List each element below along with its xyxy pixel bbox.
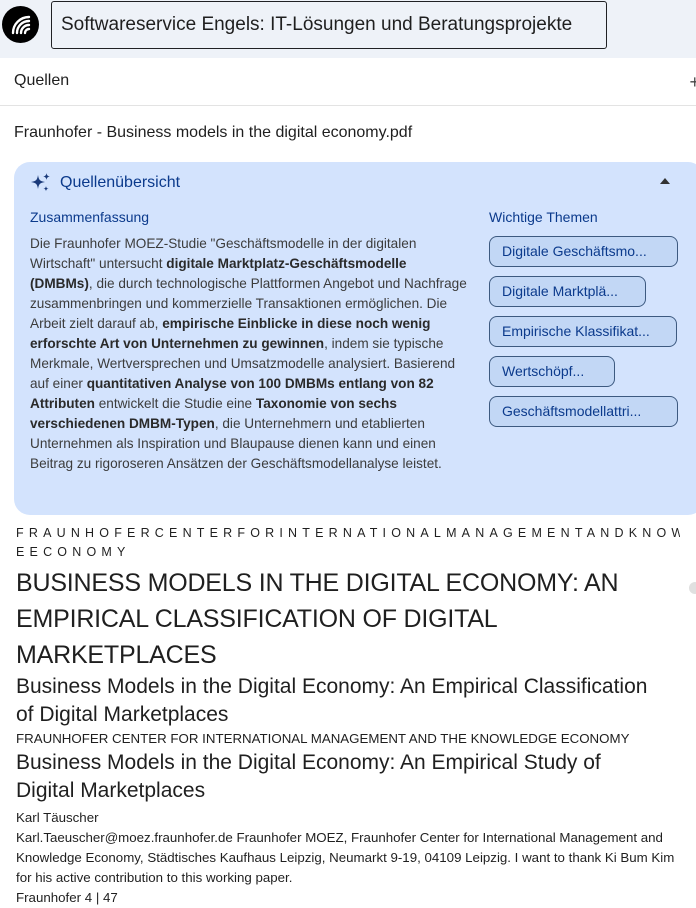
theme-chip[interactable]: Geschäftsmodellattri... — [489, 396, 678, 427]
center-line: FRAUNHOFER CENTER FOR INTERNATIONAL MANA… — [16, 731, 630, 746]
overview-title: Quellenübersicht — [60, 174, 181, 191]
theme-chip[interactable]: Empirische Klassifikat... — [489, 316, 677, 347]
source-file-name: Fraunhofer - Business models in the digi… — [14, 124, 413, 141]
overview-header[interactable]: Quellenübersicht — [30, 172, 180, 194]
summary-segment: entwickelt die Studie eine — [94, 396, 256, 411]
document-subtitle: Business Models in the Digital Economy: … — [16, 751, 601, 802]
scrollbar-thumb[interactable] — [689, 582, 696, 594]
document-content: FRAUNHOFERCENTERFORINTERNATIONALMANAGEME… — [16, 524, 686, 908]
summary-text: Die Fraunhofer MOEZ-Studie "Geschäftsmod… — [30, 234, 470, 474]
header-spaced-text: FRAUNHOFERCENTERFORINTERNATIONALMANAGEME… — [16, 526, 680, 540]
page-indicator: Fraunhofer 4 | 47 — [16, 890, 118, 905]
theme-chip[interactable]: Digitale Marktplä... — [489, 276, 646, 307]
sources-header: Quellen + — [0, 58, 696, 106]
broadcast-waves-icon — [11, 15, 30, 34]
sources-label: Quellen — [14, 72, 70, 89]
source-overview-card: Quellenübersicht Zusammenfassung Wichtig… — [14, 162, 696, 515]
collapse-caret-icon[interactable] — [660, 178, 670, 184]
add-source-icon[interactable]: + — [689, 72, 696, 93]
top-bar: Softwareservice Engels: IT-Lösungen und … — [0, 0, 696, 58]
notebook-title[interactable]: Softwareservice Engels: IT-Lösungen und … — [51, 1, 607, 49]
theme-chip[interactable]: Digitale Geschäftsmo... — [489, 236, 678, 267]
sparkle-icon — [31, 173, 50, 192]
sources-panel: Quellen + Fraunhofer - Business models i… — [0, 58, 696, 905]
theme-chip[interactable]: Wertschöpf... — [489, 356, 615, 387]
themes-label: Wichtige Themen — [489, 209, 598, 225]
app-logo[interactable] — [2, 6, 39, 43]
document-main-title: BUSINESS MODELS IN THE DIGITAL ECONOMY: … — [16, 569, 619, 669]
summary-label: Zusammenfassung — [30, 209, 150, 225]
affiliation-text: Karl.Taeuscher@moez.fraunhofer.de Fraunh… — [16, 830, 675, 885]
author-name: Karl Täuscher — [16, 810, 99, 825]
header-spaced-text: EECONOMY — [16, 545, 131, 559]
document-subtitle: Business Models in the Digital Economy: … — [16, 675, 648, 726]
